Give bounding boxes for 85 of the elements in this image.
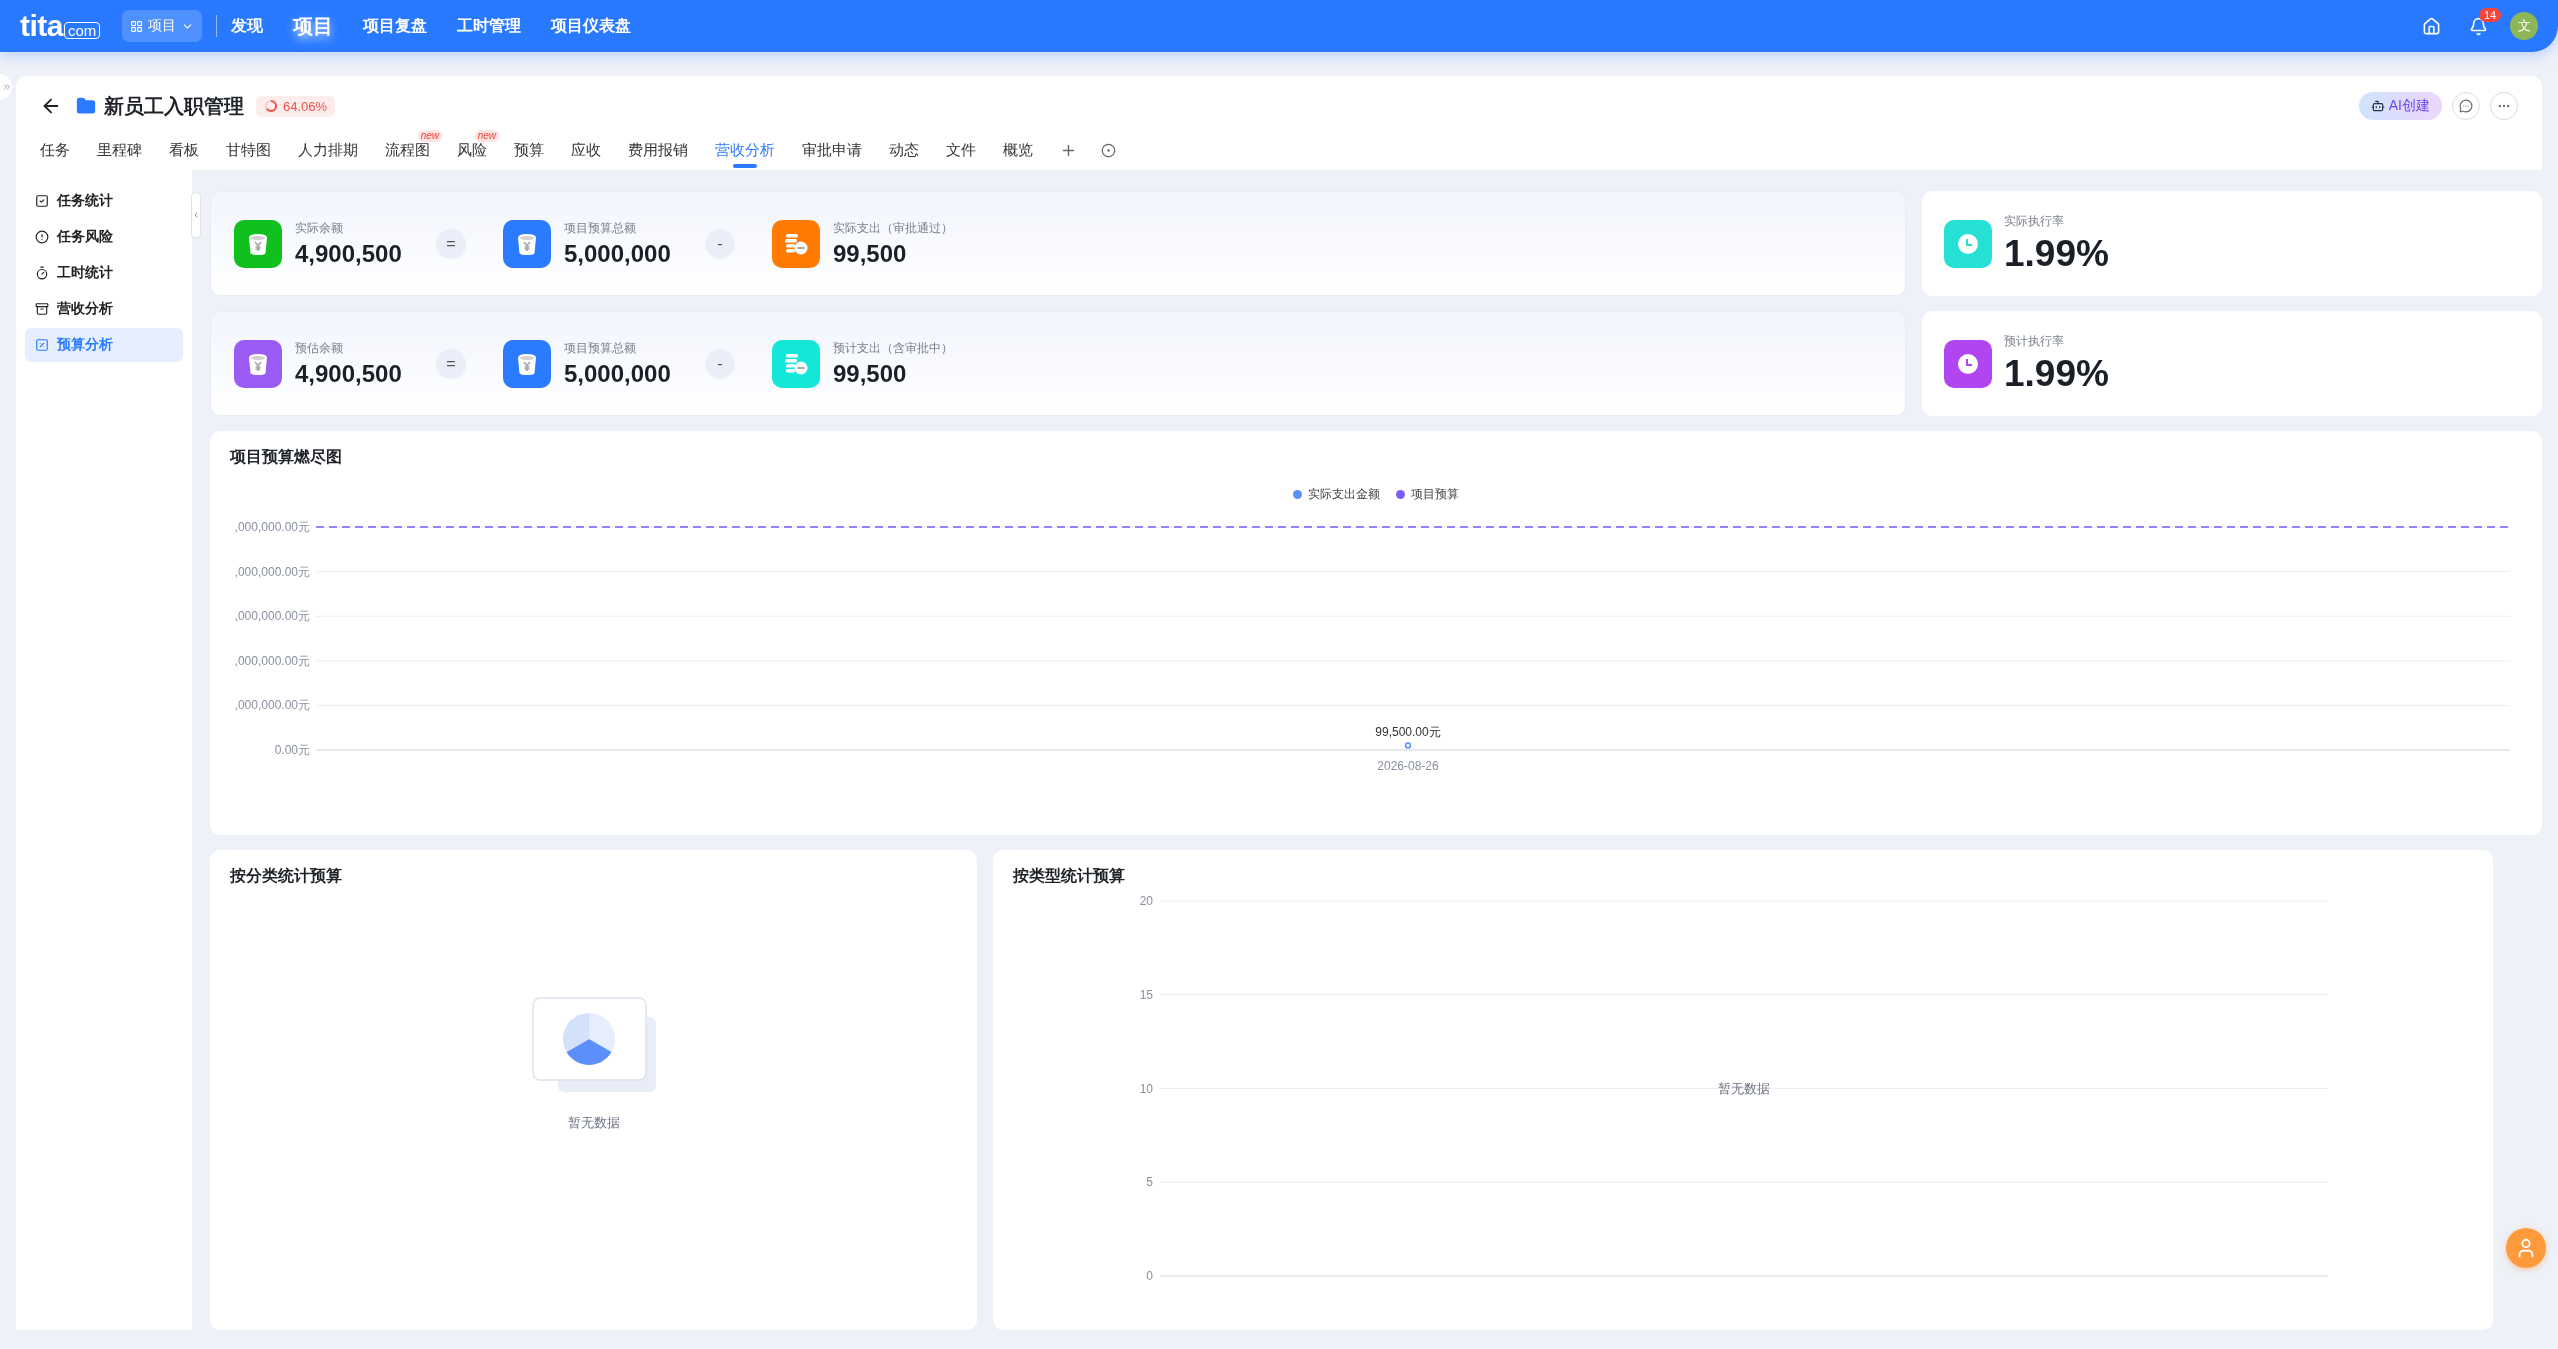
rate-label: 预计执行率 [2004,332,2065,350]
axis-label: ,000,000.00元 [234,653,310,668]
stat-value: 99,500 [833,239,908,268]
card-title: 按类型统计预算 [1013,866,1125,886]
new-badge: new [417,130,442,142]
axis-label: 20 [1139,894,1153,908]
card-title: 项目预算燃尽图 [230,447,342,467]
square-icon [35,338,49,352]
checkbox-icon [35,194,49,208]
tab[interactable]: 费用报销 [628,130,688,170]
stat-label: 项目预算总额 [564,219,637,237]
sidebar-item[interactable]: 营收分析 [25,292,183,326]
axis-label: 0.00元 [274,743,310,757]
sidebar-item[interactable]: 任务统计 [25,184,183,218]
tab[interactable]: 动态 [889,130,919,170]
nav-link[interactable]: 项目复盘 [363,15,428,37]
empty-state-text: 暂无数据 [567,1114,620,1132]
home-icon[interactable] [2422,16,2441,36]
stat-label: 实际支出（审批通过） [833,219,953,237]
stat-value: 5,000,000 [564,239,671,268]
rate-value: 1.99% [2004,352,2109,395]
stat-value: 99,500 [833,359,908,388]
stat-label: 项目预算总额 [564,339,637,357]
stat-value: 4,900,500 [295,359,402,388]
axis-label: ,000,000.00元 [234,520,310,534]
tab[interactable]: 应收 [571,130,601,170]
ai-create-button[interactable]: AI创建 [2358,92,2442,120]
tab[interactable]: 任务 [40,130,70,170]
empty-state-text: 暂无数据 [1718,1080,1770,1096]
chat-button[interactable] [2452,92,2480,120]
axis-label: 10 [1139,1081,1153,1096]
axis-label: 0 [1146,1269,1153,1283]
grid-icon [130,19,144,33]
tab[interactable]: 里程碑 [97,130,142,170]
folder-icon [76,96,96,116]
stat-label: 预计支出（含审批中） [833,339,953,357]
tab[interactable]: 文件 [946,130,976,170]
tab[interactable]: 营收分析 [715,130,775,170]
alert-icon [35,230,49,244]
card-title: 按分类统计预算 [230,866,342,886]
operator-sign: = [436,228,466,259]
collapse-handle[interactable] [191,192,201,238]
tab[interactable]: 审批申请 [802,130,862,170]
timer-icon [35,266,49,280]
legend-label[interactable]: 项目预算 [1411,486,1459,503]
rate-label: 实际执行率 [2004,212,2065,230]
rate-value: 1.99% [2004,232,2109,275]
settings-icon[interactable] [1101,142,1116,158]
operator-sign: - [705,228,735,259]
axis-label: 5 [1146,1175,1153,1190]
tab[interactable]: 甘特图 [226,130,271,170]
operator-sign: - [705,348,735,379]
support-button[interactable] [2506,1228,2546,1268]
tab[interactable]: 预算 [514,130,544,170]
axis-label: ,000,000.00元 [234,698,310,713]
chat-icon [2459,99,2473,113]
axis-label: 15 [1139,987,1153,1002]
data-point [1404,742,1412,749]
sidebar-item[interactable]: 工时统计 [25,256,183,290]
axis-label: ,000,000.00元 [234,564,310,579]
stat-label: 实际余额 [295,219,344,237]
logo[interactable]: tita com [20,9,101,43]
sidebar-item[interactable]: 任务风险 [25,220,183,254]
robot-icon [2370,99,2385,113]
chevrons-icon [2,82,12,92]
project-title: 新员工入职管理 [104,93,244,119]
axis-label: ,000,000.00元 [234,609,310,624]
tab[interactable]: 看板 [169,130,199,170]
stat-value: 4,900,500 [295,239,402,268]
notification-badge: 14 [2479,7,2502,22]
nav-link[interactable]: 工时管理 [457,15,522,37]
tab[interactable]: 概览 [1003,130,1033,170]
data-label: 99,500.00元 [1375,725,1441,739]
nav-link[interactable]: 项目仪表盘 [551,15,632,37]
stat-value: 5,000,000 [564,359,671,388]
stat-label: 预估余额 [295,339,344,357]
progress-text: 64.06% [283,98,328,114]
archive-icon [35,302,49,316]
tab[interactable]: 人力排期 [298,130,358,170]
operator-sign: = [436,348,466,379]
axis-label: 2026-08-26 [1377,759,1439,773]
new-badge: new [474,130,499,142]
nav-link[interactable]: 发现 [231,15,264,37]
nav-link[interactable]: 项目 [293,12,334,40]
legend-label[interactable]: 实际支出金额 [1308,486,1380,503]
